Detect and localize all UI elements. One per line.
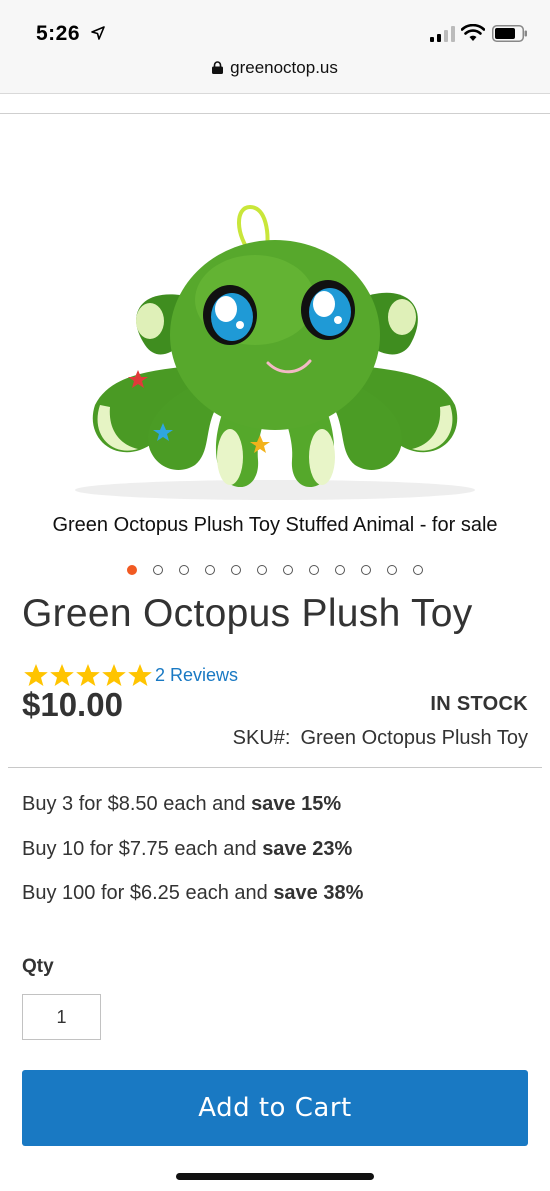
url-text: greenoctop.us <box>230 58 338 77</box>
gallery-dot[interactable] <box>335 565 345 575</box>
gallery-dot[interactable] <box>413 565 423 575</box>
tier-price-text: Buy 10 for $7.75 each and <box>22 838 263 860</box>
gallery-dot[interactable] <box>231 565 241 575</box>
gallery-dot[interactable] <box>361 565 371 575</box>
section-divider <box>8 767 542 768</box>
product-price: $10.00 <box>22 686 123 723</box>
lock-icon <box>212 61 224 74</box>
gallery-dot[interactable] <box>283 565 293 575</box>
star-icon <box>128 663 152 686</box>
battery-icon <box>492 25 527 42</box>
sku-label: SKU#: <box>232 727 291 749</box>
tier-price-text: Buy 100 for $6.25 each and <box>22 882 274 904</box>
image-caption: Green Octopus Plush Toy Stuffed Animal -… <box>52 514 498 536</box>
sku-value: Green Octopus Plush Toy <box>300 727 528 749</box>
gallery-dot[interactable] <box>153 565 163 575</box>
status-time: 5:26 <box>36 22 81 45</box>
product-title: Green Octopus Plush Toy <box>22 592 473 635</box>
cellular-signal-icon <box>430 26 455 42</box>
home-indicator[interactable] <box>176 1173 374 1180</box>
tier-price-save: save 15% <box>251 793 342 815</box>
product-rating: 2 Reviews <box>23 662 238 688</box>
gallery-dot[interactable] <box>127 565 137 575</box>
rating-stars <box>23 663 153 688</box>
reviews-link[interactable]: 2 Reviews <box>155 665 238 686</box>
star-icon <box>76 663 100 686</box>
add-to-cart-button[interactable]: Add to Cart <box>22 1070 528 1146</box>
location-arrow-icon <box>91 26 105 40</box>
gallery-dot[interactable] <box>179 565 189 575</box>
wifi-icon <box>461 24 485 41</box>
tier-price-item: Buy 10 for $7.75 each and save 23% <box>22 838 352 861</box>
product-sku: SKU#: Green Octopus Plush Toy <box>233 727 528 750</box>
gallery-dot[interactable] <box>205 565 215 575</box>
tier-price-item: Buy 3 for $8.50 each and save 15% <box>22 793 341 816</box>
qty-label: Qty <box>22 956 54 977</box>
tier-price-save: save 38% <box>273 882 364 904</box>
stock-status: IN STOCK <box>430 693 528 715</box>
tier-price-text: Buy 3 for $8.50 each and <box>22 793 252 815</box>
gallery-dot[interactable] <box>257 565 267 575</box>
star-icon <box>24 663 48 686</box>
header-divider <box>0 113 550 114</box>
browser-chrome: 5:26 greenoctop.us <box>0 0 550 94</box>
star-icon <box>50 663 74 686</box>
tier-price-save: save 23% <box>262 838 353 860</box>
gallery-dot[interactable] <box>387 565 397 575</box>
gallery-dots <box>0 565 550 575</box>
tier-price-item: Buy 100 for $6.25 each and save 38% <box>22 882 363 905</box>
address-bar[interactable]: greenoctop.us <box>0 58 550 78</box>
qty-input[interactable] <box>22 994 101 1040</box>
product-image[interactable] <box>30 195 520 505</box>
gallery-dot[interactable] <box>309 565 319 575</box>
star-icon <box>102 663 126 686</box>
